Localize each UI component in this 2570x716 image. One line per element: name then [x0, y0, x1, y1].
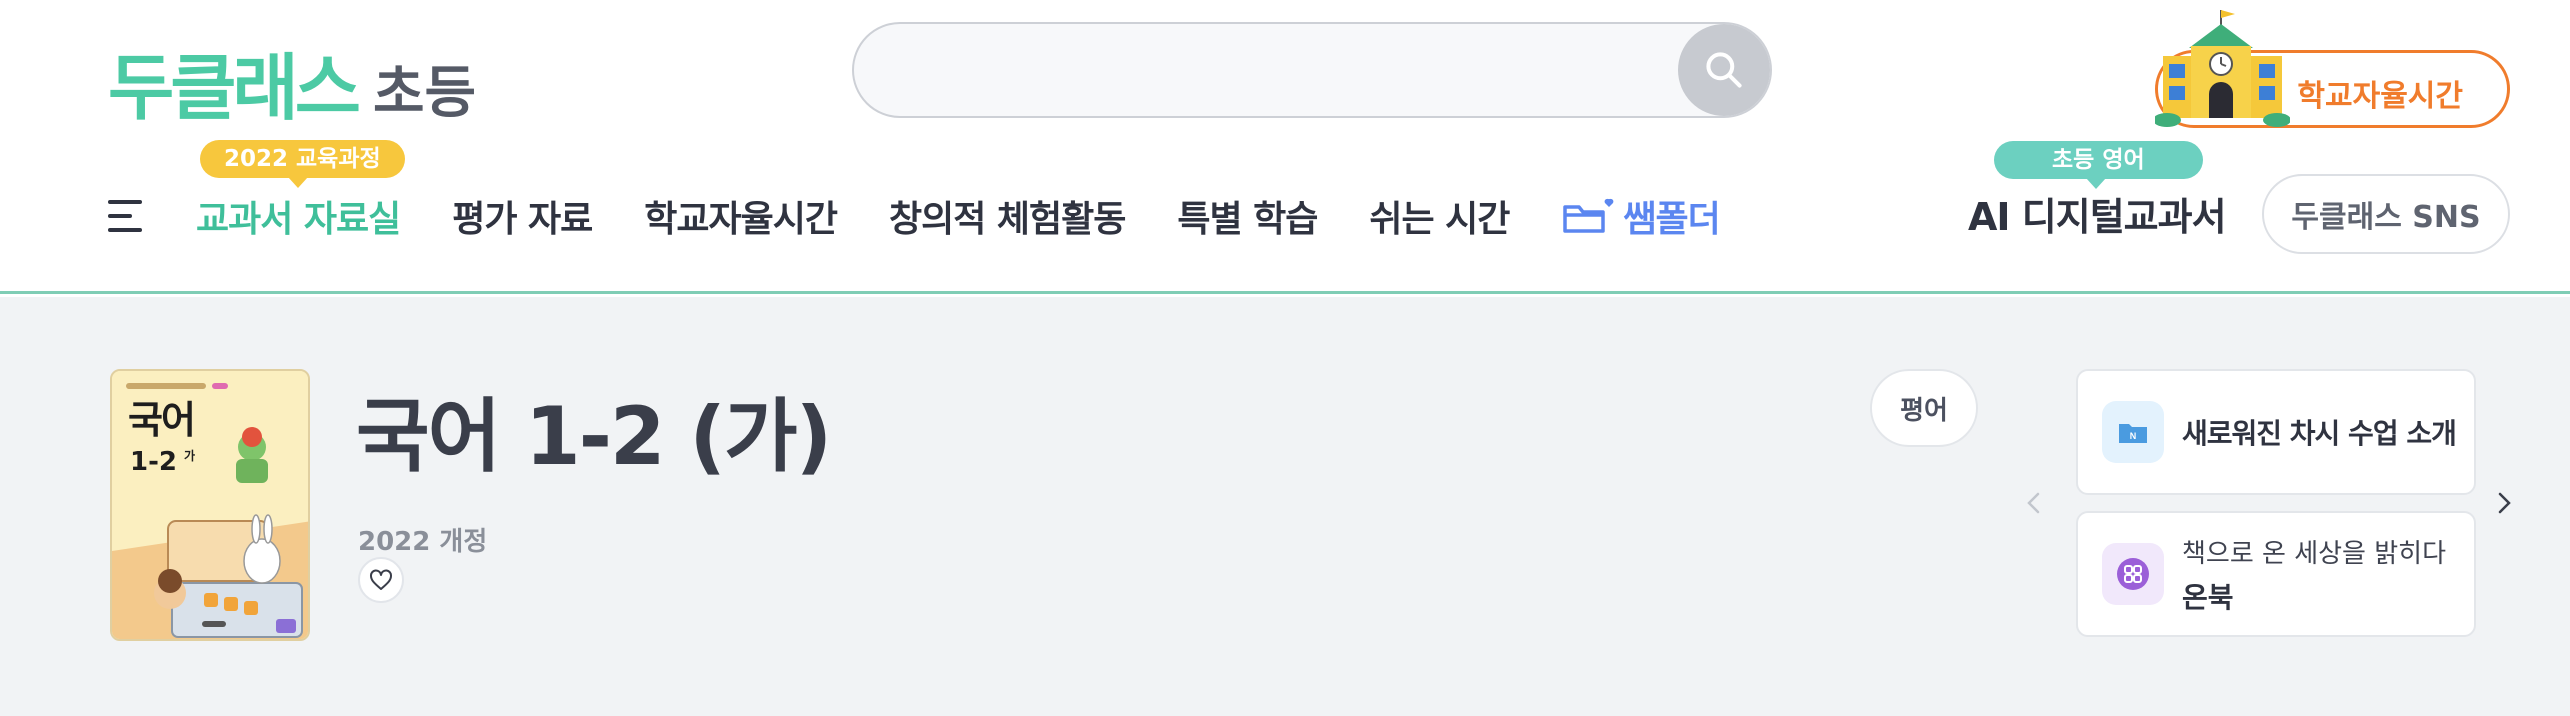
heart-icon — [370, 569, 392, 590]
chevron-right-icon — [2498, 492, 2511, 514]
search-bar[interactable] — [852, 22, 1772, 118]
ai-digital-textbook-link[interactable]: AI 디지털교과서 — [1968, 186, 2227, 241]
teacher-folder-label: 쌤폴더 — [1623, 199, 1720, 240]
edition-label: 2022 개정 — [358, 527, 488, 557]
nav-item-school-autonomy[interactable]: 학교자율시간 — [644, 190, 838, 242]
carousel-prev-button[interactable] — [2020, 489, 2048, 517]
search-button[interactable] — [1678, 24, 1770, 116]
nav-item-creative-activities[interactable]: 창의적 체험활동 — [889, 190, 1126, 242]
chevron-left-icon — [2027, 492, 2040, 514]
nav-item-textbook-library[interactable]: 교과서 자료실 — [196, 190, 401, 242]
menu-icon[interactable] — [108, 198, 146, 234]
curriculum-badge: 2022 교육과정 — [200, 140, 405, 188]
folder-heart-icon — [1563, 198, 1614, 233]
logo[interactable]: 두클래스 초등 — [108, 14, 476, 124]
onbook-icon — [2102, 543, 2164, 605]
nav-item-special-learning[interactable]: 특별 학습 — [1177, 190, 1318, 242]
promo-card-onbook[interactable]: 책으로 온 세상을 밝히다 온북 — [2076, 511, 2476, 637]
elementary-english-badge: 초등 영어 — [1994, 141, 2203, 189]
logo-sub-text: 초등 — [372, 61, 477, 126]
logo-main-text: 두클래스 — [108, 46, 361, 130]
book-cover: 국어 1-2 가 — [110, 369, 310, 641]
promo-title: 새로워진 차시 수업 소개 — [2182, 417, 2457, 450]
promo-card-new-lessons[interactable]: N 새로워진 차시 수업 소개 — [2076, 369, 2476, 495]
nav-item-teacher-folder[interactable]: 쌤폴더 — [1561, 190, 1721, 242]
school-building-icon — [2155, 10, 2290, 127]
main-nav: 교과서 자료실 평가 자료 학교자율시간 창의적 체험활동 특별 학습 쉬는 시… — [108, 186, 1772, 246]
page-title: 국어 1-2 (가) — [356, 390, 832, 483]
promo-subtitle: 책으로 온 세상을 밝히다 — [2182, 538, 2446, 569]
carousel-next-button[interactable] — [2490, 489, 2518, 517]
evaluation-tag-button[interactable]: 평어 — [1870, 369, 1978, 447]
sns-button[interactable]: 두클래스 SNS — [2262, 174, 2510, 254]
promo-title: 온북 — [2182, 580, 2234, 614]
search-input[interactable] — [894, 24, 1654, 116]
cover-grade: 1-2 — [130, 447, 177, 477]
ai-digital-textbook-label: AI 디지털교과서 — [1968, 195, 2227, 239]
cover-volume: 가 — [184, 449, 196, 463]
favorite-button[interactable] — [358, 557, 404, 603]
nav-item-assessment[interactable]: 평가 자료 — [452, 190, 593, 242]
nav-item-break-time[interactable]: 쉬는 시간 — [1369, 190, 1510, 242]
school-autonomy-label: 학교자율시간 — [2297, 79, 2463, 114]
cover-title: 국어 — [128, 398, 196, 442]
svg-text:N: N — [2130, 431, 2137, 441]
folder-icon: N — [2102, 401, 2164, 463]
search-icon — [1706, 52, 1742, 88]
site-header: 두클래스 초등 학교자율시간 2022 교육과정 교과서 자료실 평가 자료 학… — [0, 0, 2570, 294]
textbook-hero: 국어 1-2 가 국어 1-2 (가) 2022 개정 평어 N 새로워진 차시… — [0, 297, 2570, 716]
